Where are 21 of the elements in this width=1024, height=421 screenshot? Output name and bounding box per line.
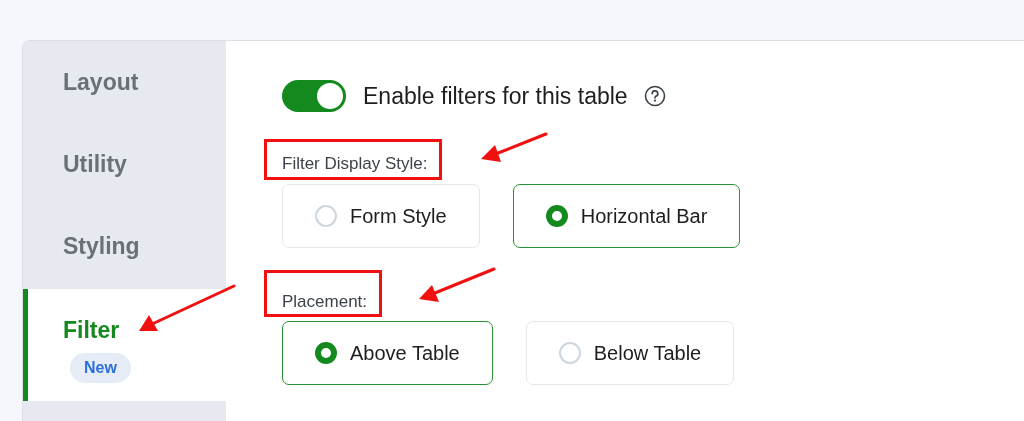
radio-button[interactable] — [315, 342, 337, 364]
option-card[interactable]: Form Style — [282, 184, 480, 248]
radio-button[interactable] — [545, 205, 568, 227]
option-label: Below Table — [593, 341, 702, 365]
sidebar-tab[interactable]: Layout — [23, 41, 226, 123]
new-badge: New — [70, 353, 131, 383]
help-icon[interactable] — [643, 85, 666, 107]
option-label: Form Style — [350, 204, 447, 228]
toggle-label: Enable filters for this table — [363, 82, 628, 110]
option-label: Above Table — [350, 341, 460, 365]
sidebar-tab[interactable]: Styling — [23, 205, 226, 287]
sidebar-tab[interactable]: Utility — [23, 123, 226, 205]
option-label: Horizontal Bar — [580, 204, 708, 228]
sidebar-tab[interactable]: Filter New — [23, 289, 226, 401]
option-card[interactable]: Below Table — [525, 321, 735, 385]
option-card[interactable]: Above Table — [282, 321, 493, 385]
section-label: Placement: — [282, 292, 368, 312]
arrow — [481, 132, 548, 162]
toggle-switch[interactable] — [282, 80, 346, 112]
option-card[interactable]: Horizontal Bar — [512, 184, 741, 248]
section-label: Filter Display Style: — [282, 154, 428, 174]
